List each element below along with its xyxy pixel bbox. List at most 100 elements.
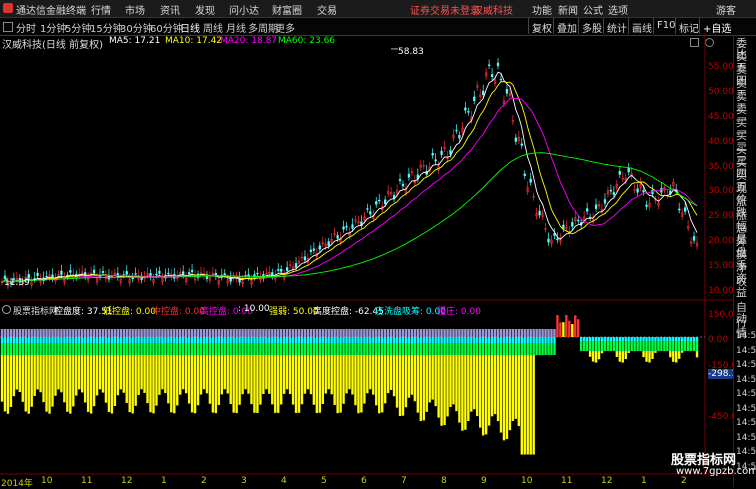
mark-button[interactable]: 标记 (675, 18, 702, 34)
date-tick: 12 (121, 476, 132, 486)
bar-yellow (351, 355, 353, 394)
bar-green (669, 341, 671, 351)
candle-body (135, 274, 137, 275)
bar-green (203, 343, 205, 355)
bar-lavender (164, 329, 166, 337)
bar-cyan (405, 337, 407, 343)
bar-cyan (215, 337, 217, 343)
bar-green (28, 343, 30, 355)
bar-yellow (164, 355, 166, 393)
bar-lavender (515, 329, 517, 337)
date-tick: 7 (401, 476, 407, 486)
bar-yellow (185, 355, 187, 393)
bar-green (283, 343, 285, 355)
bar-cyan (230, 337, 232, 343)
adjust-button[interactable]: 复权 (528, 18, 555, 34)
period-15min[interactable]: 15分钟 (90, 20, 123, 35)
bar-cyan (66, 337, 68, 343)
bar-lavender (408, 329, 410, 337)
bar-yellow (512, 355, 514, 421)
bar-yellow (295, 355, 297, 413)
menu-trade[interactable]: 交易 (317, 2, 337, 17)
period-daily[interactable]: 日线 (180, 20, 200, 35)
bar-yellow (286, 355, 288, 389)
menu-function[interactable]: 功能 (532, 2, 552, 17)
bar-cyan (651, 337, 653, 341)
bar-yellow (333, 355, 335, 405)
overlay-button[interactable]: 叠加 (553, 18, 580, 34)
period-weekly[interactable]: 周线 (203, 20, 223, 35)
bar-yellow (628, 351, 630, 353)
statistics-button[interactable]: 统计 (603, 18, 630, 34)
candle-body (286, 268, 288, 271)
bar-green (414, 343, 416, 355)
menu-quotes[interactable]: 行情 (91, 2, 111, 17)
draw-line-button[interactable]: 画线 (628, 18, 655, 34)
period-monthly[interactable]: 月线 (226, 20, 246, 35)
bar-cyan (610, 337, 612, 341)
bar-green (633, 341, 635, 351)
bar-yellow (256, 355, 258, 413)
bar-red (562, 322, 564, 337)
bar-cyan (458, 337, 460, 343)
bar-lavender (479, 329, 481, 337)
bar-cyan (684, 337, 686, 341)
bar-lavender (372, 329, 374, 337)
bar-yellow (506, 355, 508, 439)
candle-body (343, 227, 345, 229)
bar-cyan (108, 337, 110, 343)
bar-yellow (461, 355, 463, 431)
period-minute[interactable]: 分时 (16, 20, 36, 35)
bar-lavender (384, 329, 386, 337)
bar-green (443, 343, 445, 355)
bar-lavender (102, 329, 104, 337)
period-more[interactable]: 更多 (275, 20, 295, 35)
bar-green (532, 343, 534, 355)
period-5min[interactable]: 5分钟 (65, 20, 91, 35)
bar-cyan (518, 337, 520, 343)
login-status[interactable]: 证券交易未登录 (410, 2, 480, 17)
bar-green (630, 341, 632, 351)
period-60min[interactable]: 60分钟 (150, 20, 183, 35)
menu-market[interactable]: 市场 (125, 2, 145, 17)
period-multi[interactable]: 多周期 (248, 20, 278, 35)
bar-yellow (28, 355, 30, 414)
bar-cyan (301, 337, 303, 343)
bar-yellow (429, 355, 431, 402)
grid-icon[interactable] (3, 22, 13, 32)
multi-stock-button[interactable]: 多股 (578, 18, 605, 34)
candle-body (506, 89, 508, 93)
bar-yellow (1, 355, 3, 402)
date-tick: 10 (41, 476, 52, 486)
bar-cyan (102, 337, 104, 343)
period-1min[interactable]: 1分钟 (40, 20, 66, 35)
menu-discover[interactable]: 发现 (195, 2, 215, 17)
bar-yellow (194, 355, 196, 413)
bar-cyan (274, 337, 276, 343)
menu-formula[interactable]: 公式 (583, 2, 603, 17)
bar-cyan (402, 337, 404, 343)
indicator-menu-icon[interactable] (2, 305, 11, 314)
indicator-name[interactable]: 股票指标网 (13, 304, 58, 317)
bar-green (693, 341, 695, 351)
bar-cyan (93, 337, 95, 343)
bar-yellow (325, 355, 327, 394)
bar-lavender (265, 329, 267, 337)
bar-lavender (232, 329, 234, 337)
period-30min[interactable]: 30分钟 (120, 20, 153, 35)
menu-news[interactable]: 资讯 (160, 2, 180, 17)
bar-lavender (313, 329, 315, 337)
bar-yellow (134, 355, 136, 406)
add-favorite-button[interactable]: +自选 (699, 18, 734, 34)
menu-wealth[interactable]: 财富圈 (272, 2, 302, 17)
bar-cyan (639, 337, 641, 341)
menu-ask[interactable]: 问小达 (229, 2, 259, 17)
bar-green (375, 343, 377, 355)
tick-time: 14:56 (736, 389, 756, 400)
bar-yellow (93, 355, 95, 406)
bar-cyan (212, 337, 214, 343)
bar-yellow (25, 355, 27, 412)
guest-user[interactable]: 游客 (716, 2, 736, 17)
menu-latest-news[interactable]: 新闻 (558, 2, 578, 17)
menu-options[interactable]: 选项 (608, 2, 628, 17)
